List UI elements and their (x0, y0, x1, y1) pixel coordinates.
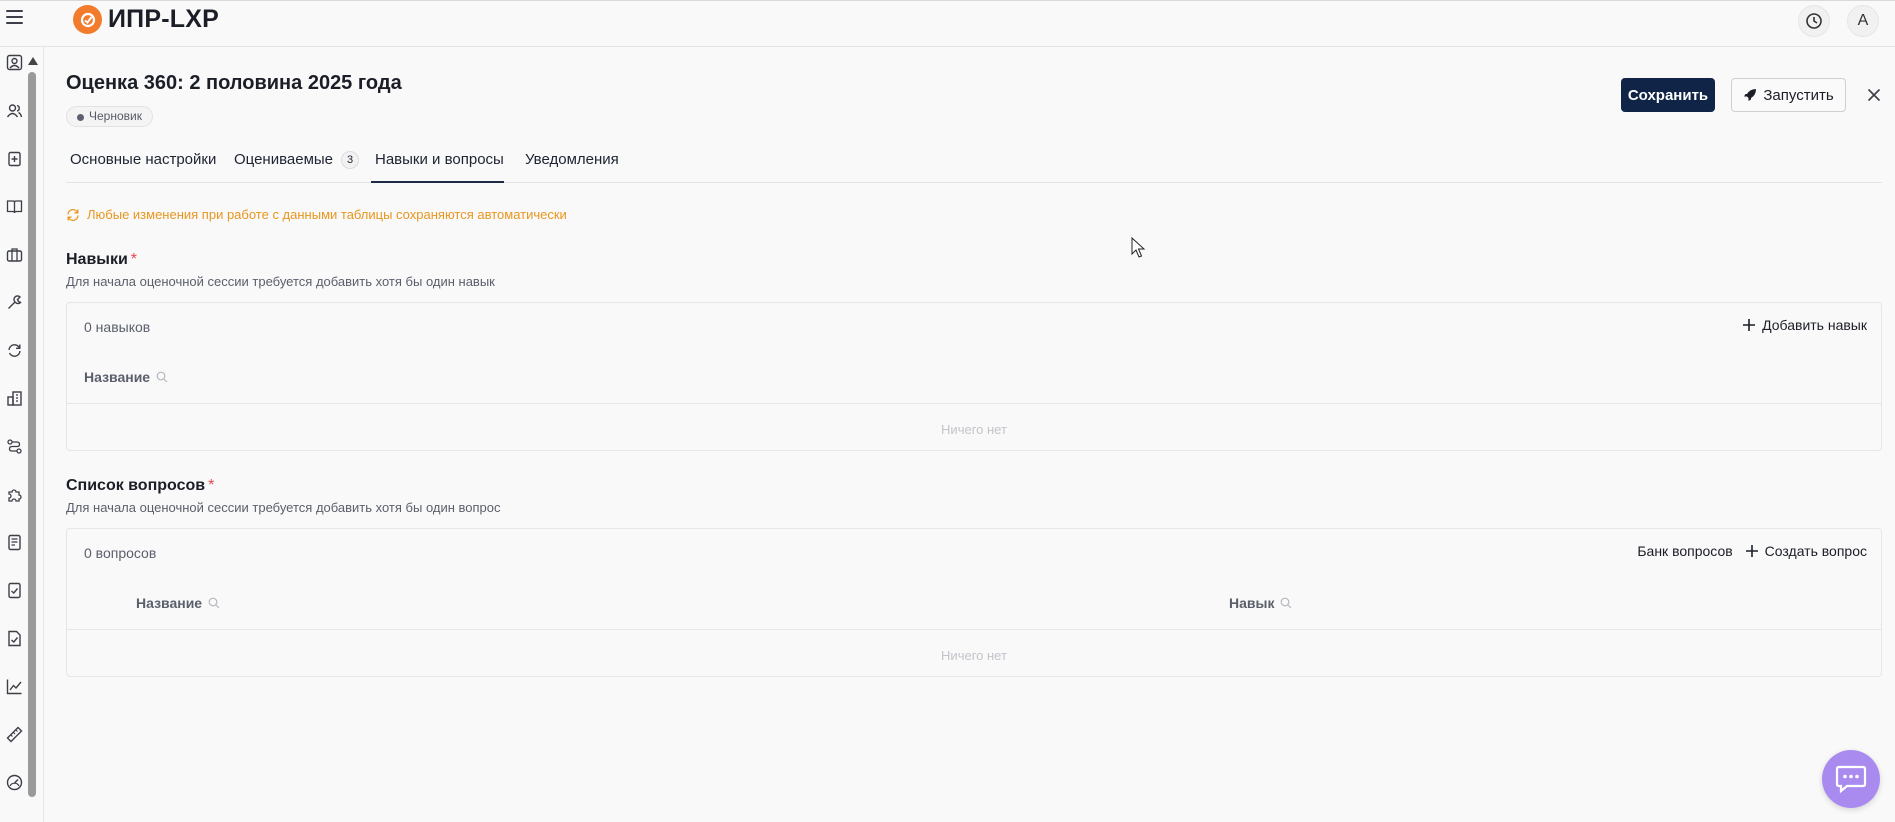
users-icon[interactable] (5, 101, 24, 120)
tab-skills-questions[interactable]: Навыки и вопросы (371, 147, 504, 183)
history-icon (1806, 13, 1822, 29)
tab-label: Оцениваемые (234, 151, 334, 168)
skills-section-title: Навыки * (66, 251, 137, 269)
tab-label: Навыки и вопросы (375, 151, 504, 168)
tab-bar: Основные настройки Оцениваемые 3 Навыки и… (66, 147, 1882, 183)
wrench-icon[interactable] (5, 293, 24, 312)
required-mark: * (130, 251, 138, 268)
tab-label: Основные настройки (70, 151, 217, 168)
search-icon[interactable] (208, 597, 220, 609)
create-question-label: Создать вопрос (1764, 543, 1867, 559)
questions-count: 0 вопросов (84, 545, 157, 561)
line-chart-icon[interactable] (5, 677, 24, 696)
gauge-icon[interactable] (5, 773, 24, 792)
questions-panel: 0 вопросов Банк вопросов Создать вопрос … (66, 528, 1882, 677)
ruler-icon[interactable] (5, 725, 24, 744)
required-mark: * (208, 477, 215, 494)
top-bar: ИПР-LXP А (0, 0, 1895, 47)
page-title: Оценка 360: 2 половина 2025 года (66, 72, 402, 94)
plus-icon (1745, 545, 1758, 557)
user-avatar[interactable]: А (1847, 5, 1879, 37)
briefcase-icon[interactable] (5, 245, 24, 264)
search-icon[interactable] (1280, 597, 1292, 609)
skills-empty-state: Ничего нет (941, 422, 1007, 437)
history-button[interactable] (1798, 5, 1830, 37)
tab-main-settings[interactable]: Основные настройки (70, 147, 216, 183)
table-divider (67, 403, 1881, 404)
rocket-icon (1744, 89, 1757, 101)
tab-evaluated[interactable]: Оцениваемые 3 (234, 147, 360, 183)
sidebar (0, 47, 44, 822)
book-icon[interactable] (5, 197, 24, 216)
route-icon[interactable] (5, 437, 24, 456)
sync-icon (67, 208, 79, 221)
question-bank-button[interactable]: Банк вопросов (1637, 543, 1732, 559)
skills-section-hint: Для начала оценочной сессии требуется до… (66, 274, 495, 289)
add-skill-button[interactable]: Добавить навык (1742, 317, 1867, 333)
buildings-icon[interactable] (5, 389, 24, 408)
create-question-button[interactable]: Создать вопрос (1745, 543, 1867, 559)
plus-icon (1743, 319, 1756, 331)
profile-icon[interactable] (5, 53, 24, 72)
column-header-text: Название (136, 595, 203, 611)
document-check-icon[interactable] (5, 581, 24, 600)
app-logo[interactable]: ИПР-LXP (73, 5, 219, 34)
questions-column-name[interactable]: Название (136, 595, 220, 611)
launch-button-label: Запустить (1763, 86, 1834, 104)
column-header-text: Навык (1229, 595, 1275, 611)
questions-section-hint: Для начала оценочной сессии требуется до… (66, 500, 501, 515)
question-bank-label: Банк вопросов (1637, 543, 1733, 559)
skills-panel: 0 навыков Добавить навык Название Ничего… (66, 302, 1882, 451)
autosave-notice: Любые изменения при работе с данными таб… (66, 207, 567, 222)
tab-notifications[interactable]: Уведомления (525, 147, 619, 183)
close-button[interactable] (1863, 84, 1885, 106)
questions-title-text: Список вопросов (66, 477, 206, 494)
tab-label: Уведомления (525, 151, 619, 168)
autosave-text: Любые изменения при работе с данными таб… (87, 207, 567, 222)
logo-mark-icon (73, 5, 102, 34)
scroll-up-icon[interactable] (28, 57, 38, 65)
save-button[interactable]: Сохранить (1621, 78, 1715, 112)
chat-button[interactable] (1822, 750, 1880, 808)
search-icon[interactable] (156, 371, 168, 383)
close-icon (1867, 88, 1881, 102)
skills-title-text: Навыки (66, 251, 128, 268)
refresh-icon[interactable] (5, 341, 24, 360)
launch-button[interactable]: Запустить (1731, 78, 1846, 112)
column-header-text: Название (84, 369, 151, 385)
app-name: ИПР-LXP (108, 5, 219, 33)
mouse-cursor-icon (1131, 237, 1145, 258)
skills-count: 0 навыков (84, 319, 151, 335)
scroll-thumb[interactable] (28, 72, 36, 797)
sidebar-scrollbar[interactable] (28, 57, 38, 807)
questions-column-skill[interactable]: Навык (1229, 595, 1292, 611)
file-check-icon[interactable] (5, 629, 24, 648)
chat-icon (1835, 765, 1867, 794)
tab-count-badge: 3 (341, 151, 360, 169)
menu-icon[interactable] (6, 10, 23, 24)
add-skill-label: Добавить навык (1762, 317, 1867, 333)
table-divider (67, 629, 1881, 630)
puzzle-icon[interactable] (5, 485, 24, 504)
skills-column-name[interactable]: Название (84, 369, 168, 385)
document-list-icon[interactable] (5, 533, 24, 552)
clipboard-add-icon[interactable] (5, 149, 24, 168)
questions-section-title: Список вопросов * (66, 477, 214, 495)
questions-empty-state: Ничего нет (941, 648, 1007, 663)
status-badge: Черновик (66, 106, 153, 127)
